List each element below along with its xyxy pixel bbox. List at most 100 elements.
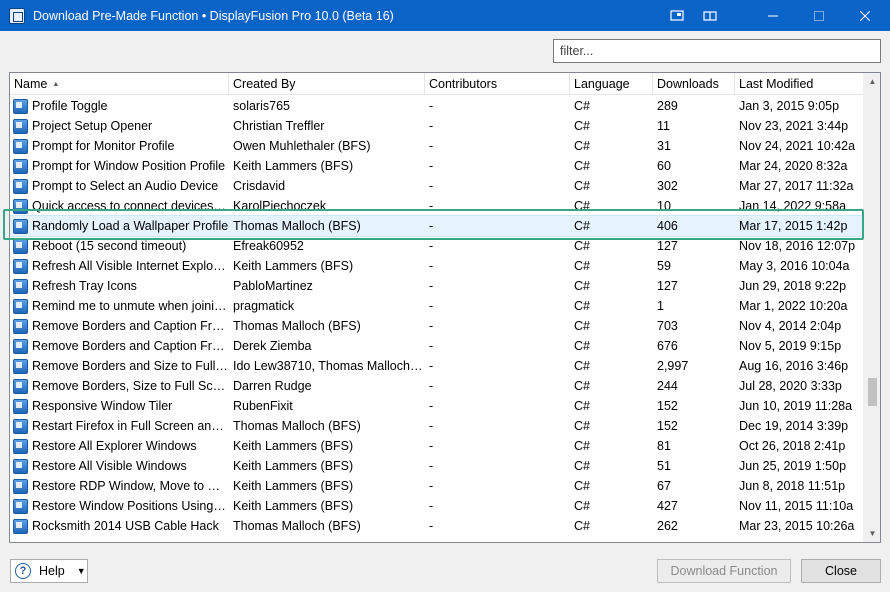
cell-name: Prompt for Window Position Profile (10, 158, 229, 174)
function-icon (13, 298, 28, 314)
column-header-created-by[interactable]: Created By (229, 73, 425, 95)
cell-lang: C# (574, 439, 590, 453)
scroll-up-icon[interactable]: ▲ (864, 73, 880, 90)
cell-mod: Nov 5, 2019 9:15p (739, 339, 842, 353)
cell-by: Thomas Malloch (BFS) (233, 419, 361, 433)
cell-by: Keith Lammers (BFS) (233, 259, 354, 273)
cell-name: Prompt for Monitor Profile (10, 138, 229, 154)
functions-list[interactable]: Name ▲ Created By Contributors Language D… (9, 72, 881, 543)
table-row[interactable]: Remove Borders, Size to Full Screen... Da… (10, 376, 863, 396)
minimize-button[interactable] (750, 0, 796, 31)
scroll-thumb[interactable] (868, 378, 877, 406)
cell-mod: Jun 10, 2019 11:28a (739, 399, 853, 413)
column-header-last-modified[interactable]: Last Modified (735, 73, 863, 95)
help-icon: ? (15, 563, 31, 579)
cell-mod: May 3, 2016 10:04a (739, 259, 850, 273)
cell-mod: Jun 8, 2018 11:51p (739, 479, 846, 493)
function-name: Profile Toggle (32, 99, 108, 113)
cell-name: Restart Firefox in Full Screen and S... (10, 418, 229, 434)
cell-mod: Oct 26, 2018 2:41p (739, 439, 846, 453)
column-header-contributors[interactable]: Contributors (425, 73, 570, 95)
table-row[interactable]: Refresh All Visible Internet Explorer ..… (10, 256, 863, 276)
cell-by: Keith Lammers (BFS) (233, 439, 354, 453)
function-icon (13, 518, 28, 534)
table-row[interactable]: Prompt for Window Position Profile Keith … (10, 156, 863, 176)
table-row[interactable]: Project Setup Opener Christian Treffler - C… (10, 116, 863, 136)
filter-input[interactable] (553, 39, 881, 63)
cell-dl: 127 (657, 239, 678, 253)
cell-name: Restore Window Positions Using W... (10, 498, 229, 514)
column-header-downloads[interactable]: Downloads (653, 73, 735, 95)
cell-lang: C# (574, 259, 590, 273)
column-header-language[interactable]: Language (570, 73, 653, 95)
table-row[interactable]: Remind me to unmute when joinin... pragma… (10, 296, 863, 316)
cell-lang: C# (574, 359, 590, 373)
cell-dl: 31 (657, 139, 671, 153)
table-row[interactable]: Remove Borders and Size to Full Sc... Ido… (10, 356, 863, 376)
function-name: Restart Firefox in Full Screen and S... (32, 419, 229, 433)
cell-mod: Aug 16, 2016 3:46p (739, 359, 849, 373)
function-icon (13, 378, 28, 394)
cell-name: Remove Borders and Size to Full Sc... (10, 358, 229, 374)
table-row[interactable]: Rocksmith 2014 USB Cable Hack Thomas Mall… (10, 516, 863, 536)
cell-by: Christian Treffler (233, 119, 325, 133)
cell-dl: 703 (657, 319, 678, 333)
function-name: Restore Window Positions Using W... (32, 499, 229, 513)
table-row[interactable]: Restore RDP Window, Move to Nex... Keith … (10, 476, 863, 496)
cell-by: Crisdavid (233, 179, 286, 193)
cell-contrib: - (429, 459, 434, 473)
cell-contrib: - (429, 519, 434, 533)
cell-mod: Jan 14, 2022 9:58a (739, 199, 847, 213)
cell-lang: C# (574, 159, 590, 173)
table-row[interactable]: Prompt to Select an Audio Device Crisdavi… (10, 176, 863, 196)
span-monitors-icon[interactable] (687, 0, 733, 31)
cell-contrib: - (429, 119, 434, 133)
table-row[interactable]: Randomly Load a Wallpaper Profile Thomas … (10, 215, 864, 237)
close-button[interactable]: Close (801, 559, 881, 583)
help-button[interactable]: ? Help ▼ (10, 559, 88, 583)
table-row[interactable]: Prompt for Monitor Profile Owen Muhlethal… (10, 136, 863, 156)
table-row[interactable]: Responsive Window Tiler RubenFixit - C# 152 J… (10, 396, 863, 416)
help-label: Help (39, 564, 65, 578)
cell-dl: 1 (657, 299, 664, 313)
cell-lang: C# (574, 519, 590, 533)
close-window-button[interactable] (842, 0, 888, 31)
column-header-name[interactable]: Name ▲ (10, 73, 229, 95)
cell-dl: 127 (657, 279, 678, 293)
cell-mod: Nov 4, 2014 2:04p (739, 319, 842, 333)
table-row[interactable]: Restore All Explorer Windows Keith Lammer… (10, 436, 863, 456)
function-name: Remind me to unmute when joinin... (32, 299, 229, 313)
cell-lang: C# (574, 419, 590, 433)
cell-name: Refresh All Visible Internet Explorer ..… (10, 258, 229, 274)
cell-by: Thomas Malloch (BFS) (233, 319, 361, 333)
function-name: Prompt for Monitor Profile (32, 139, 175, 153)
table-row[interactable]: Restore All Visible Windows Keith Lammers… (10, 456, 863, 476)
vertical-scrollbar[interactable]: ▲ ▼ (863, 73, 880, 542)
table-row[interactable]: Remove Borders and Caption From... Thomas… (10, 316, 863, 336)
scroll-down-icon[interactable]: ▼ (864, 525, 880, 542)
table-row[interactable]: Profile Toggle solaris765 - C# 289 Jan 3, 201… (10, 96, 863, 116)
cell-contrib: - (429, 439, 434, 453)
cell-dl: 60 (657, 159, 671, 173)
function-name: Refresh All Visible Internet Explorer ..… (32, 259, 229, 273)
table-row[interactable]: Refresh Tray Icons PabloMartinez - C# 127 Jun… (10, 276, 863, 296)
cell-dl: 676 (657, 339, 678, 353)
function-icon (13, 458, 28, 474)
table-row[interactable]: Quick access to connect devices su... Kar… (10, 196, 863, 216)
cell-contrib: - (429, 139, 434, 153)
table-row[interactable]: Reboot (15 second timeout) Efreak60952 - C#… (10, 236, 863, 256)
cell-lang: C# (574, 119, 590, 133)
table-row[interactable]: Restart Firefox in Full Screen and S... T… (10, 416, 863, 436)
cell-contrib: - (429, 99, 434, 113)
maximize-button[interactable] (796, 0, 842, 31)
cell-dl: 2,997 (657, 359, 689, 373)
cell-name: Remove Borders, Size to Full Screen... (10, 378, 229, 394)
function-icon (13, 478, 28, 494)
cell-name: Reboot (15 second timeout) (10, 238, 229, 254)
cell-contrib: - (429, 359, 434, 373)
cell-name: Profile Toggle (10, 98, 229, 114)
download-function-button[interactable]: Download Function (657, 559, 791, 583)
function-icon (13, 398, 28, 414)
table-row[interactable]: Remove Borders and Caption From... Derek … (10, 336, 863, 356)
table-row[interactable]: Restore Window Positions Using W... Keith… (10, 496, 863, 516)
